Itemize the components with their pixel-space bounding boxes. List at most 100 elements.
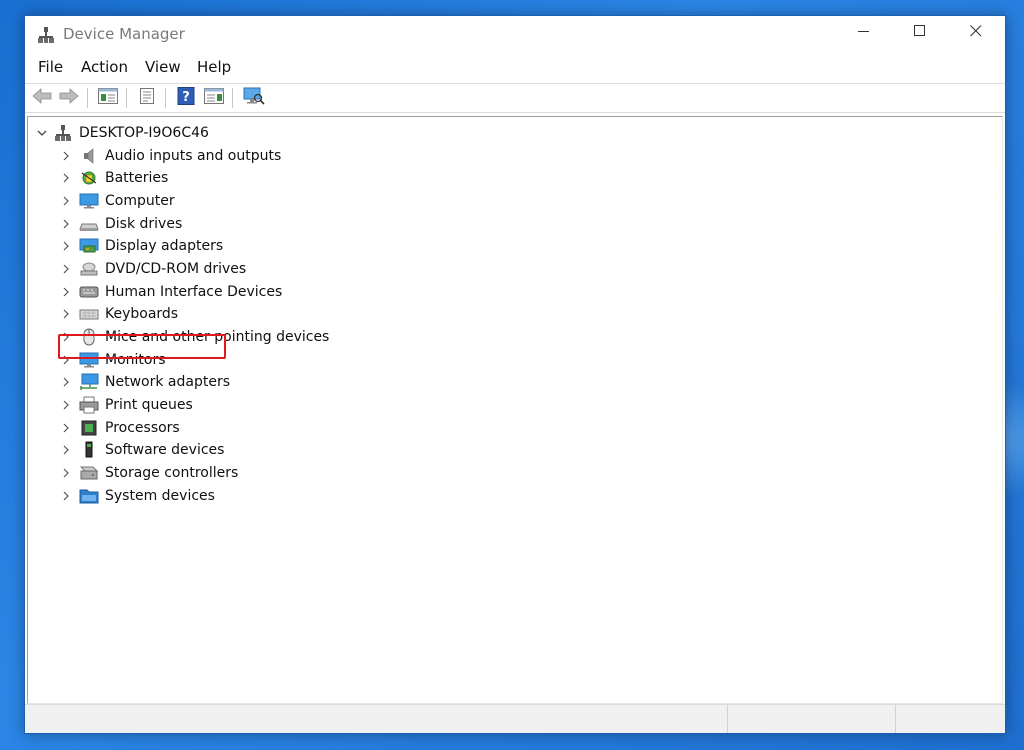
show-action-pane-button[interactable] [202,87,226,109]
close-icon [970,24,982,42]
show-hide-console-tree-button[interactable] [96,87,120,109]
menu-bar: File Action View Help [25,56,1005,80]
tree-item-print-queues[interactable]: Print queues [59,394,193,416]
minimize-button[interactable] [835,16,893,50]
tree-item-label: Software devices [105,442,225,458]
device-manager-window: Device Manager File Action View Help ? D… [24,15,1006,734]
menu-help[interactable]: Help [197,58,231,76]
chevron-right-icon[interactable] [59,375,73,389]
chevron-right-icon[interactable] [59,489,73,503]
back-arrow-icon [32,87,52,109]
back-button[interactable] [30,87,54,109]
tree-root-node[interactable]: DESKTOP-I9O6C46 [35,122,209,144]
system-devices-icon [79,487,99,505]
printer-icon [79,396,99,414]
tree-item-display-adapters[interactable]: Display adapters [59,235,223,257]
tree-item-computer[interactable]: Computer [59,190,175,212]
toolbar: ? [25,83,1005,113]
processor-icon [79,419,99,437]
svg-text:?: ? [182,90,190,105]
close-button[interactable] [947,16,1005,50]
tree-item-label: Display adapters [105,238,224,254]
chevron-right-icon[interactable] [59,217,73,231]
scan-hardware-changes-button[interactable] [242,87,266,109]
window-title: Device Manager [63,25,185,43]
tree-item-system-devices[interactable]: System devices [59,485,215,507]
chevron-right-icon[interactable] [59,443,73,457]
tree-item-label: Network adapters [105,374,230,390]
status-bar-divider [727,705,729,733]
tree-item-label: Storage controllers [105,465,239,481]
menu-view[interactable]: View [145,58,181,76]
tree-item-audio-inputs-and-outputs[interactable]: Audio inputs and outputs [59,145,281,167]
software-device-icon [79,441,99,459]
disk-drive-icon [79,215,99,233]
battery-icon [79,169,99,187]
tree-item-label: Audio inputs and outputs [105,148,282,164]
toolbar-separator [232,88,233,108]
tree-item-human-interface-devices[interactable]: Human Interface Devices [59,281,282,303]
tree-item-label: System devices [105,488,215,504]
tree-item-label: DVD/CD-ROM drives [105,261,247,277]
computer-root-icon [53,124,73,142]
help-button[interactable]: ? [174,86,198,110]
chevron-right-icon[interactable] [59,239,73,253]
chevron-right-icon[interactable] [59,421,73,435]
toolbar-separator [87,88,88,108]
speaker-icon [79,147,99,165]
status-bar-divider [895,705,897,733]
chevron-right-icon[interactable] [59,466,73,480]
tree-item-label: Disk drives [105,216,183,232]
tree-item-batteries[interactable]: Batteries [59,167,168,189]
device-tree-pane[interactable]: DESKTOP-I9O6C46 Audio inputs and outputs… [27,116,1003,704]
tree-item-label: Print queues [105,397,193,413]
maximize-icon [914,24,926,42]
tree-item-dvd-cd-rom-drives[interactable]: DVD/CD-ROM drives [59,258,246,280]
properties-button[interactable] [135,87,159,109]
menu-file[interactable]: File [38,58,63,76]
keyboard-icon [79,305,99,323]
chevron-right-icon[interactable] [59,307,73,321]
tree-item-disk-drives[interactable]: Disk drives [59,213,182,235]
tree-item-storage-controllers[interactable]: Storage controllers [59,462,238,484]
chevron-right-icon[interactable] [59,194,73,208]
monitor-icon [79,192,99,210]
chevron-right-icon[interactable] [59,398,73,412]
scan-hardware-changes-icon [243,87,265,110]
help-icon: ? [177,86,195,110]
menu-action[interactable]: Action [81,58,128,76]
properties-icon [138,87,156,110]
tree-item-keyboards[interactable]: Keyboards [59,303,178,325]
chevron-right-icon[interactable] [59,171,73,185]
tree-root-label: DESKTOP-I9O6C46 [79,125,209,141]
show-hide-console-tree-icon [98,87,118,109]
toolbar-separator [126,88,127,108]
show-action-pane-icon [204,87,224,109]
tree-item-label: Computer [105,193,175,209]
minimize-icon [858,24,870,42]
forward-button[interactable] [57,87,81,109]
status-bar [25,704,1005,733]
tree-item-label: Keyboards [105,306,179,322]
title-bar[interactable]: Device Manager [25,16,1005,53]
tree-item-software-devices[interactable]: Software devices [59,439,224,461]
tree-item-network-adapters[interactable]: Network adapters [59,371,230,393]
toolbar-separator [165,88,166,108]
tree-item-label: Human Interface Devices [105,284,283,300]
tree-item-label: Batteries [105,170,169,186]
highlight-annotation-box [58,334,226,359]
display-adapter-icon [79,237,99,255]
chevron-right-icon[interactable] [59,262,73,276]
chevron-right-icon[interactable] [59,285,73,299]
hid-icon [79,283,99,301]
tree-item-label: Processors [105,420,180,436]
storage-controller-icon [79,464,99,482]
network-adapter-icon [79,373,99,391]
dvd-drive-icon [79,260,99,278]
chevron-right-icon[interactable] [59,149,73,163]
expand-collapse-chevron-down-icon[interactable] [35,126,49,140]
forward-arrow-icon [59,87,79,109]
tree-item-processors[interactable]: Processors [59,417,180,439]
device-manager-icon [37,26,55,44]
maximize-button[interactable] [891,16,949,50]
